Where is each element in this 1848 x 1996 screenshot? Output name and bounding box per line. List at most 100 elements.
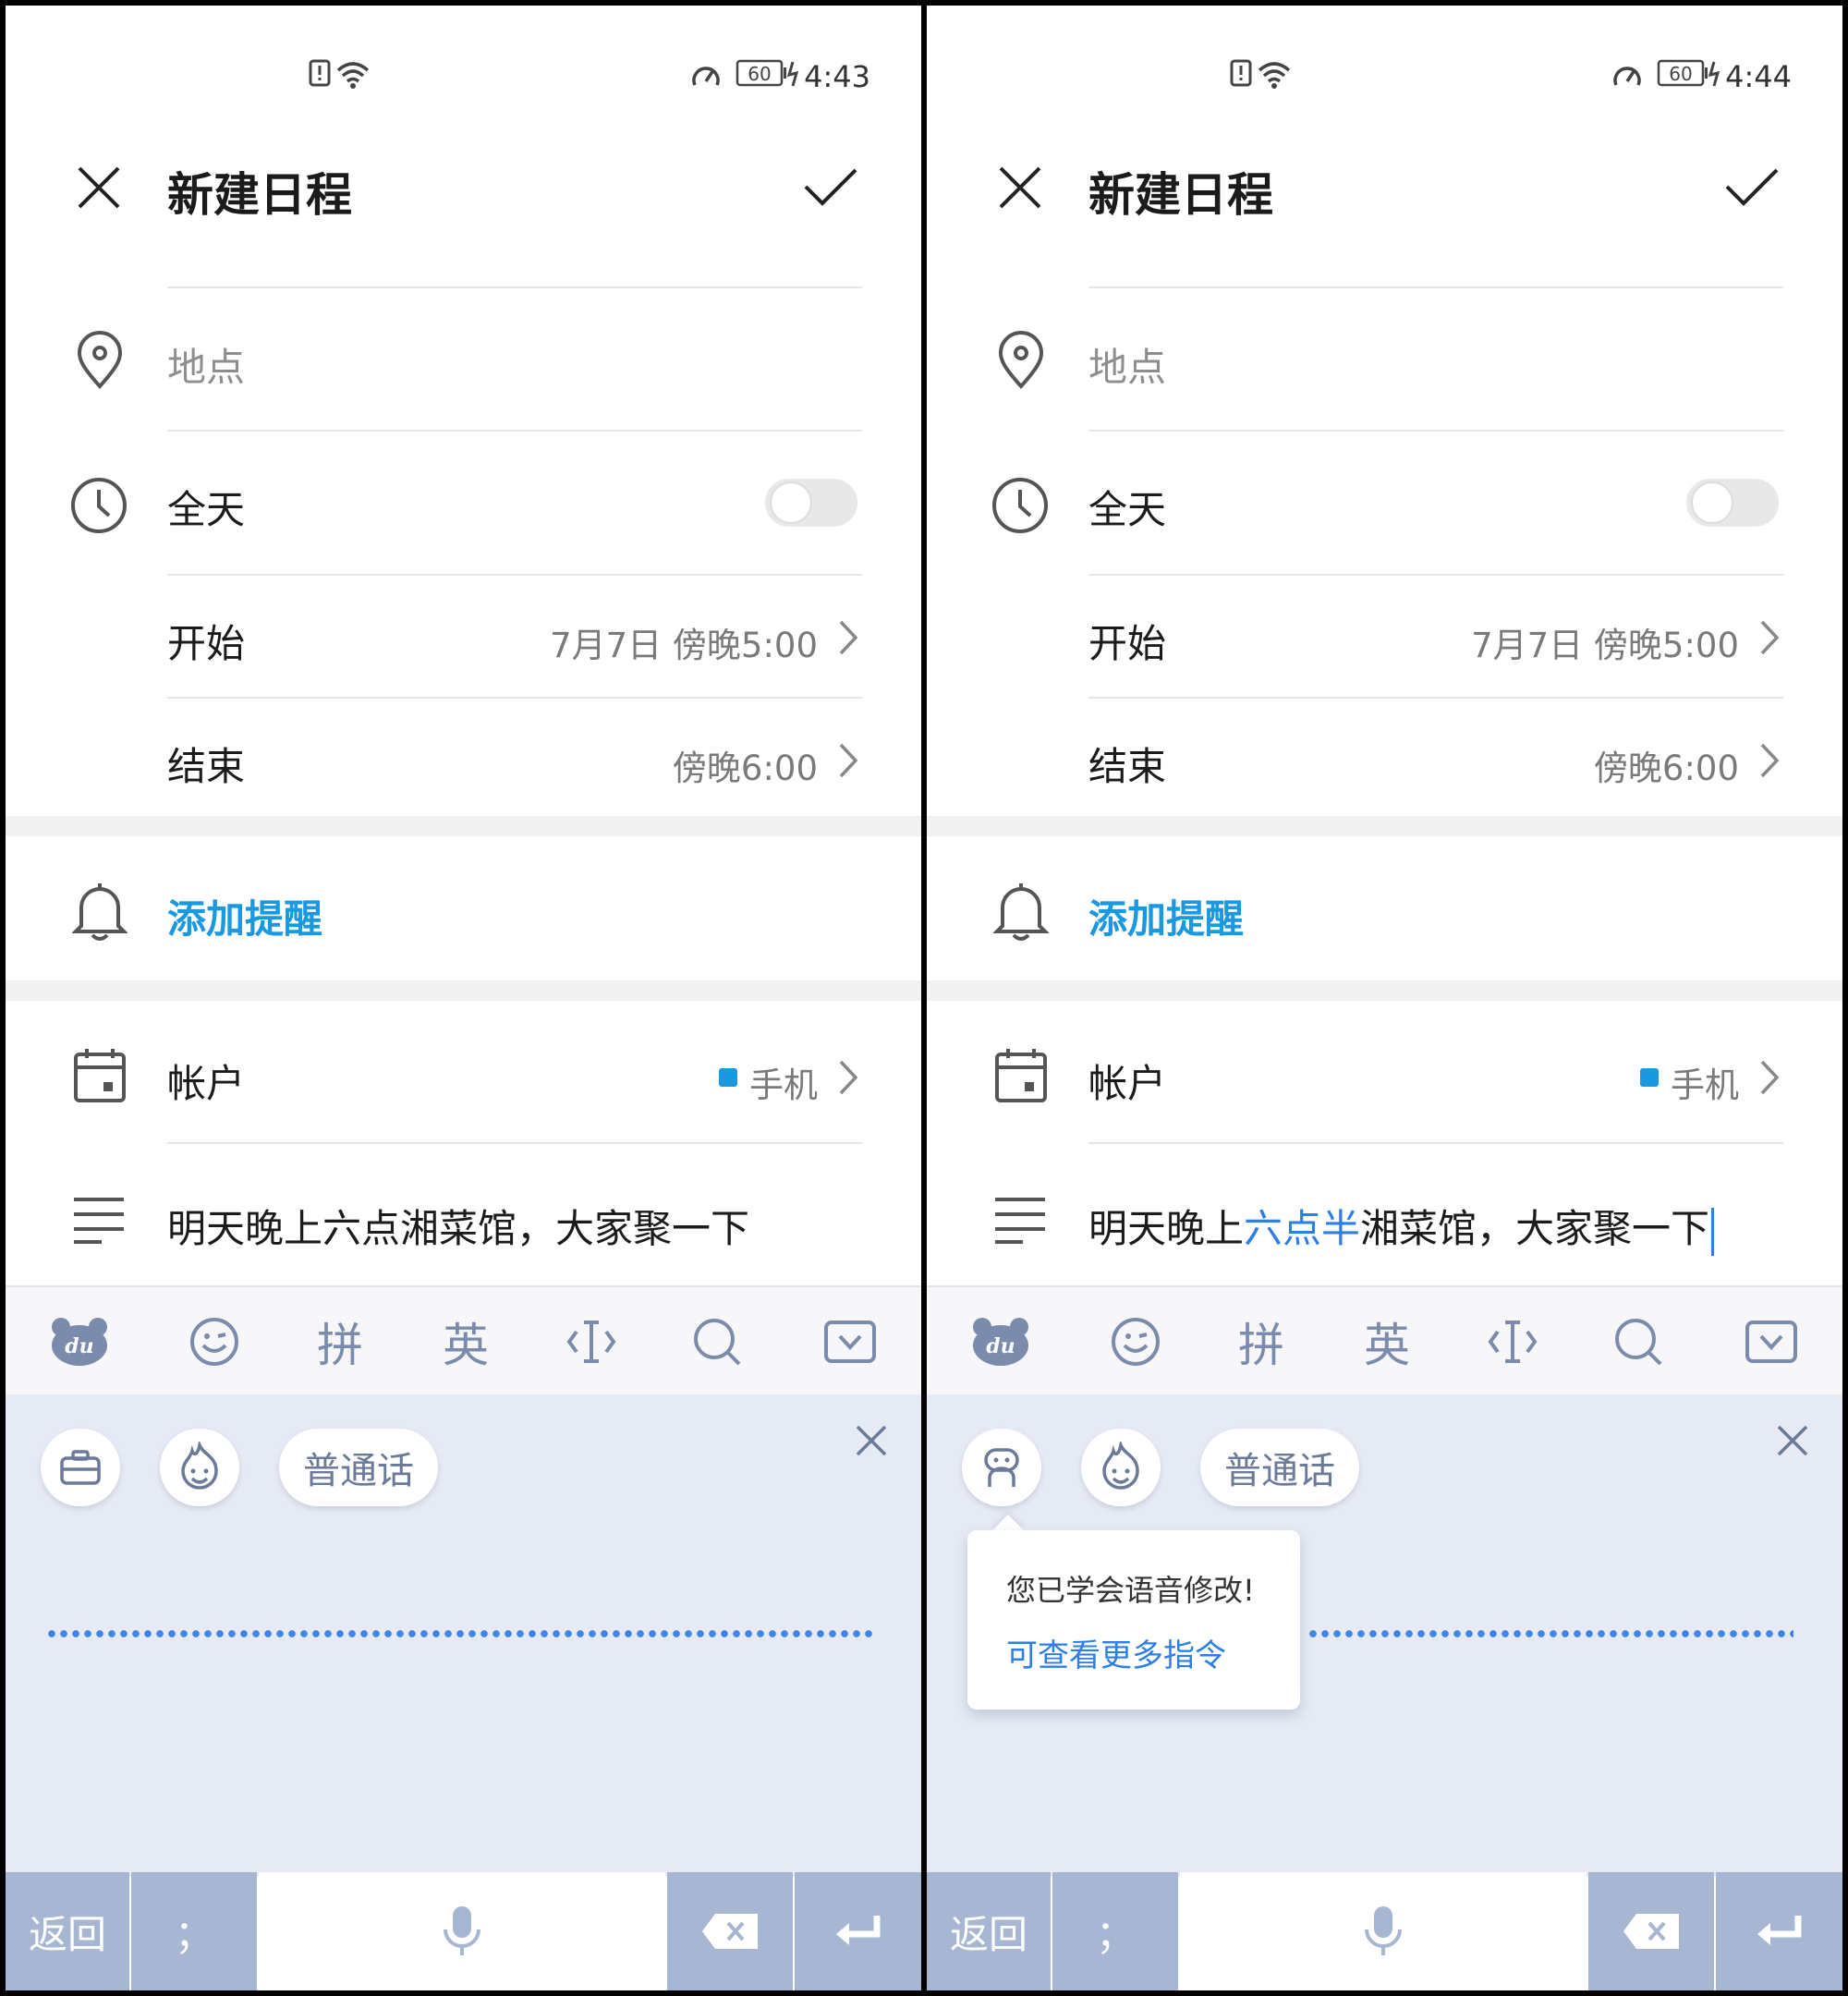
delete-key[interactable] [1588, 1872, 1714, 1990]
cursor-move-icon[interactable] [545, 1287, 638, 1396]
notes-icon [70, 1194, 128, 1249]
mandarin-button[interactable]: 普通话 [1200, 1429, 1359, 1506]
keyboard-bottom-row: 返回 ； [927, 1872, 1842, 1990]
search-icon[interactable] [671, 1287, 763, 1396]
chevron-right-icon [838, 1059, 858, 1100]
calendar-icon [993, 1047, 1049, 1108]
end-label: 结束 [167, 744, 246, 789]
back-key[interactable]: 返回 [927, 1872, 1051, 1990]
section-gap [6, 980, 921, 1001]
svg-text:du: du [986, 1334, 1015, 1358]
hide-keyboard-icon[interactable] [1725, 1287, 1818, 1396]
microphone-icon [444, 1906, 480, 1955]
chevron-right-icon [838, 742, 858, 783]
location-pin-icon [74, 331, 126, 394]
status-time: 4:43 [804, 59, 870, 94]
confirm-check-icon[interactable] [802, 164, 859, 214]
flame-face-icon [1102, 1442, 1139, 1490]
divider [167, 1142, 862, 1144]
mandarin-button[interactable]: 普通话 [279, 1429, 438, 1506]
allday-label: 全天 [167, 487, 246, 532]
toolbox-button[interactable] [41, 1429, 120, 1506]
close-icon[interactable] [995, 163, 1045, 216]
description-text: 湘菜馆，大家聚一下 [1360, 1206, 1710, 1251]
delete-key[interactable] [667, 1872, 793, 1990]
allday-toggle[interactable] [1684, 475, 1781, 534]
hide-keyboard-icon[interactable] [804, 1287, 896, 1396]
description-edited-text: 六点半 [1244, 1206, 1361, 1251]
start-value[interactable]: 7月7日 傍晚5:00 [550, 617, 818, 667]
back-key-label: 返回 [28, 1911, 106, 1957]
add-reminder-button[interactable]: 添加提醒 [167, 888, 322, 944]
microphone-icon [1365, 1906, 1402, 1955]
du-logo-icon[interactable]: du [33, 1287, 126, 1396]
emoji-icon[interactable] [168, 1287, 261, 1396]
end-value[interactable]: 傍晚6:00 [673, 740, 818, 790]
back-key[interactable]: 返回 [6, 1872, 129, 1990]
chevron-right-icon [1759, 742, 1780, 783]
location-field[interactable]: 地点 [167, 336, 245, 393]
account-value[interactable]: 手机 [1671, 1057, 1739, 1107]
english-button[interactable]: 英 [1341, 1287, 1433, 1396]
description-field[interactable]: 明天晚上六点半湘菜馆，大家聚一下 [1088, 1198, 1715, 1256]
section-gap [927, 980, 1842, 1001]
robot-icon [984, 1448, 1019, 1487]
emoji-icon[interactable] [1089, 1287, 1182, 1396]
start-label: 开始 [1088, 621, 1167, 666]
semicolon-key[interactable]: ； [1052, 1872, 1178, 1990]
location-field[interactable]: 地点 [1088, 336, 1166, 393]
description-field[interactable]: 明天晚上六点湘菜馆，大家聚一下 [167, 1198, 749, 1254]
account-value[interactable]: 手机 [749, 1057, 818, 1107]
close-voice-icon[interactable] [1775, 1423, 1810, 1462]
bell-icon [992, 880, 1050, 946]
confirm-check-icon[interactable] [1723, 164, 1781, 214]
keyboard-bottom-row: 返回 ； [6, 1872, 921, 1990]
enter-key[interactable] [795, 1872, 921, 1990]
section-gap [6, 816, 921, 836]
divider [1088, 697, 1783, 699]
pinyin-button[interactable]: 拼 [294, 1287, 386, 1396]
allday-toggle[interactable] [763, 475, 859, 534]
allday-label: 全天 [1088, 487, 1167, 532]
close-icon[interactable] [74, 163, 124, 216]
semicolon-key-label: ； [174, 1911, 213, 1957]
page-title: 新建日程 [167, 168, 352, 222]
enter-icon [1757, 1916, 1801, 1945]
voice-mascot-button[interactable] [160, 1429, 239, 1506]
close-voice-icon[interactable] [854, 1423, 889, 1462]
voice-waveform [1309, 1628, 1793, 1639]
pinyin-button[interactable]: 拼 [1215, 1287, 1307, 1396]
voice-mascot-button[interactable] [1081, 1429, 1161, 1506]
microphone-key[interactable] [259, 1872, 665, 1990]
description-text: 明天晚上 [1088, 1206, 1245, 1251]
divider [167, 574, 862, 576]
end-value[interactable]: 傍晚6:00 [1594, 740, 1739, 790]
du-logo-icon[interactable]: du [954, 1287, 1047, 1396]
svg-text:du: du [65, 1334, 93, 1358]
voice-waveform [48, 1628, 872, 1639]
search-icon[interactable] [1592, 1287, 1684, 1396]
enter-icon [835, 1916, 880, 1945]
semicolon-key[interactable]: ； [131, 1872, 257, 1990]
microphone-key[interactable] [1180, 1872, 1587, 1990]
start-value[interactable]: 7月7日 傍晚5:00 [1471, 617, 1739, 667]
section-gap [927, 816, 1842, 836]
english-button[interactable]: 英 [419, 1287, 512, 1396]
more-commands-link[interactable]: 可查看更多指令 [1006, 1630, 1226, 1675]
start-label: 开始 [167, 621, 246, 666]
cursor-move-icon[interactable] [1466, 1287, 1559, 1396]
enter-key[interactable] [1716, 1872, 1842, 1990]
keyboard-toolbar: du 拼 英 [6, 1285, 921, 1396]
status-icons-left [309, 57, 375, 94]
account-color-dot [1640, 1068, 1659, 1087]
screen-left: 60 4:43 新建日程 地点 全天 开始 7月7日 傍晚5:00 结束 傍晚6… [6, 6, 921, 1990]
account-label: 帐户 [1088, 1061, 1167, 1106]
chevron-right-icon [1759, 619, 1780, 660]
divider [167, 286, 862, 288]
voice-assistant-button[interactable] [962, 1429, 1041, 1506]
backspace-icon [1623, 1914, 1679, 1949]
notes-icon [991, 1194, 1049, 1249]
account-color-dot [719, 1068, 737, 1087]
page-title: 新建日程 [1088, 168, 1273, 222]
add-reminder-button[interactable]: 添加提醒 [1088, 888, 1244, 944]
